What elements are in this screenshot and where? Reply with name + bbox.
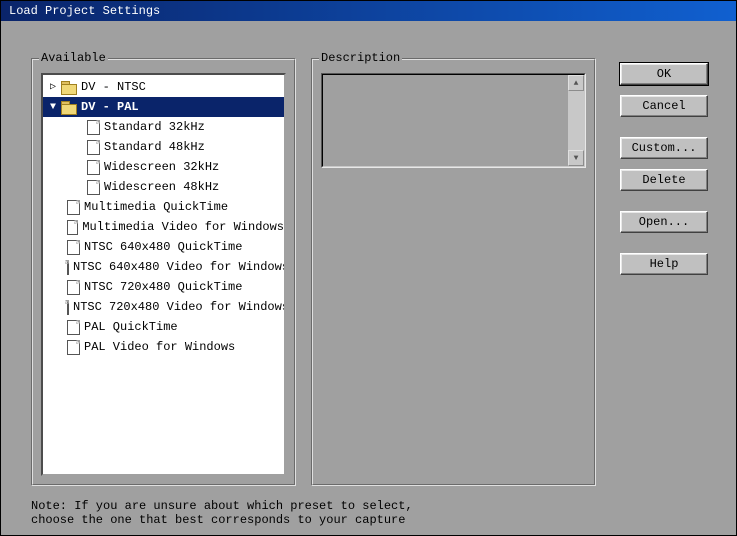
tree-item[interactable]: NTSC 720x480 Video for Windows — [43, 297, 284, 317]
help-button[interactable]: Help — [620, 253, 708, 275]
tree-item-label: NTSC 640x480 Video for Windows — [73, 260, 286, 274]
tree-item[interactable]: Multimedia QuickTime — [43, 197, 284, 217]
tree-item[interactable]: PAL Video for Windows — [43, 337, 284, 357]
file-icon — [87, 140, 100, 155]
file-icon — [87, 120, 100, 135]
file-icon — [67, 340, 80, 355]
file-icon — [67, 200, 80, 215]
description-label: Description — [319, 51, 402, 65]
file-icon — [87, 160, 100, 175]
description-group: Description ▲ ▼ — [311, 51, 596, 486]
tree-item[interactable]: Multimedia Video for Windows — [43, 217, 284, 237]
tree-item-label: Widescreen 32kHz — [104, 160, 219, 174]
description-scrollbar[interactable]: ▲ ▼ — [568, 75, 584, 166]
preset-tree[interactable]: ▷ DV - NTSC ▼ DV - PAL Standard 32kHz Standar… — [41, 73, 286, 476]
tree-item[interactable]: Standard 48kHz — [43, 137, 284, 157]
window-title: Load Project Settings — [9, 4, 160, 18]
dialog-content: Available ▷ DV - NTSC ▼ DV - PAL Standard 32… — [1, 21, 736, 535]
file-icon — [67, 280, 80, 295]
tree-item-label: DV - NTSC — [81, 80, 146, 94]
available-label: Available — [39, 51, 108, 65]
tree-folder[interactable]: ▷ DV - NTSC — [43, 77, 284, 97]
tree-item-label: Multimedia Video for Windows — [82, 220, 284, 234]
available-group: Available ▷ DV - NTSC ▼ DV - PAL Standard 32… — [31, 51, 296, 486]
expand-icon[interactable]: ▷ — [47, 81, 59, 93]
tree-item-label: DV - PAL — [81, 100, 139, 114]
tree-item[interactable]: Widescreen 48kHz — [43, 177, 284, 197]
tree-item[interactable]: Standard 32kHz — [43, 117, 284, 137]
description-box[interactable]: ▲ ▼ — [321, 73, 586, 168]
tree-item[interactable]: NTSC 640x480 Video for Windows — [43, 257, 284, 277]
note-text: Note: If you are unsure about which pres… — [31, 499, 413, 527]
tree-item-label: Widescreen 48kHz — [104, 180, 219, 194]
tree-item-label: PAL QuickTime — [84, 320, 178, 334]
tree-item[interactable]: PAL QuickTime — [43, 317, 284, 337]
load-project-settings-dialog: Load Project Settings Available ▷ DV - NT… — [0, 0, 737, 536]
scroll-up-icon[interactable]: ▲ — [568, 75, 584, 91]
tree-item-label: Standard 48kHz — [104, 140, 205, 154]
folder-icon — [61, 101, 77, 114]
tree-item[interactable]: Widescreen 32kHz — [43, 157, 284, 177]
folder-icon — [61, 81, 77, 94]
file-icon — [87, 180, 100, 195]
tree-item-label: NTSC 720x480 QuickTime — [84, 280, 242, 294]
tree-item-label: Multimedia QuickTime — [84, 200, 228, 214]
titlebar: Load Project Settings — [1, 1, 736, 21]
ok-button[interactable]: OK — [620, 63, 708, 85]
tree-item-label: NTSC 720x480 Video for Windows — [73, 300, 286, 314]
delete-button[interactable]: Delete — [620, 169, 708, 191]
custom-button[interactable]: Custom... — [620, 137, 708, 159]
tree-item[interactable]: NTSC 640x480 QuickTime — [43, 237, 284, 257]
open-button[interactable]: Open... — [620, 211, 708, 233]
file-icon — [67, 320, 80, 335]
file-icon — [67, 220, 78, 235]
scroll-down-icon[interactable]: ▼ — [568, 150, 584, 166]
file-icon — [67, 260, 69, 275]
tree-item[interactable]: NTSC 720x480 QuickTime — [43, 277, 284, 297]
file-icon — [67, 240, 80, 255]
file-icon — [67, 300, 69, 315]
cancel-button[interactable]: Cancel — [620, 95, 708, 117]
tree-folder[interactable]: ▼ DV - PAL — [43, 97, 284, 117]
button-column: OK Cancel Custom... Delete Open... Help — [620, 63, 708, 285]
tree-item-label: NTSC 640x480 QuickTime — [84, 240, 242, 254]
tree-item-label: PAL Video for Windows — [84, 340, 235, 354]
tree-item-label: Standard 32kHz — [104, 120, 205, 134]
collapse-icon[interactable]: ▼ — [47, 101, 59, 113]
